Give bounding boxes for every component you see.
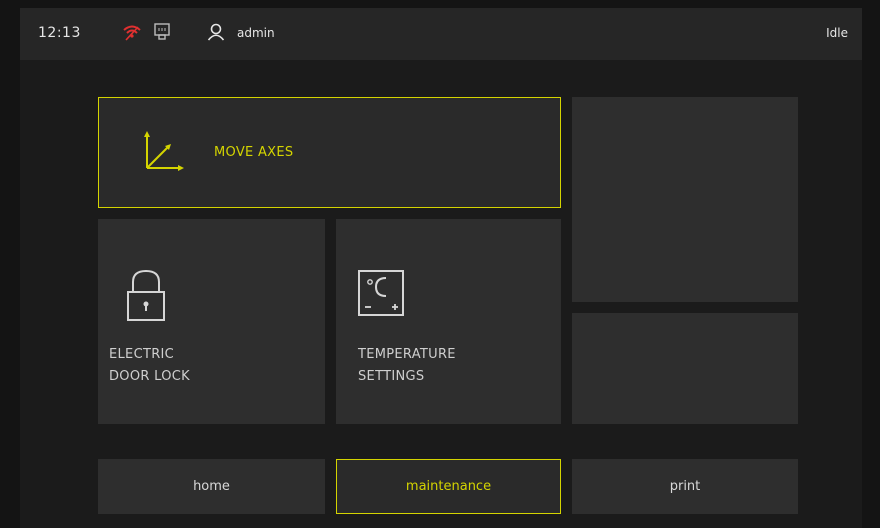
status-bar: 12:13 admin Idle [20, 8, 862, 60]
user-name: admin [237, 26, 275, 40]
machine-status: Idle [826, 26, 848, 40]
temperature-icon [357, 269, 405, 321]
user-icon [207, 23, 225, 45]
nav-print-button[interactable]: print [572, 459, 798, 514]
wifi-off-icon [122, 22, 142, 46]
ethernet-icon [154, 23, 170, 45]
temperature-tile[interactable]: TEMPERATURE SETTINGS [336, 219, 561, 424]
door-lock-tile[interactable]: ELECTRIC DOOR LOCK [98, 219, 325, 424]
nav-maintenance-button[interactable]: maintenance [336, 459, 561, 514]
move-axes-label: MOVE AXES [214, 145, 294, 160]
clock-time: 12:13 [38, 25, 81, 41]
door-lock-label: ELECTRIC DOOR LOCK [109, 347, 190, 384]
move-axes-tile[interactable]: MOVE AXES [98, 97, 561, 208]
nav-home-button[interactable]: home [98, 459, 325, 514]
temperature-label: TEMPERATURE SETTINGS [358, 347, 456, 384]
axes-icon [137, 128, 185, 180]
lock-icon [125, 268, 167, 328]
empty-tile-bottom [572, 313, 798, 424]
empty-tile-top [572, 97, 798, 302]
